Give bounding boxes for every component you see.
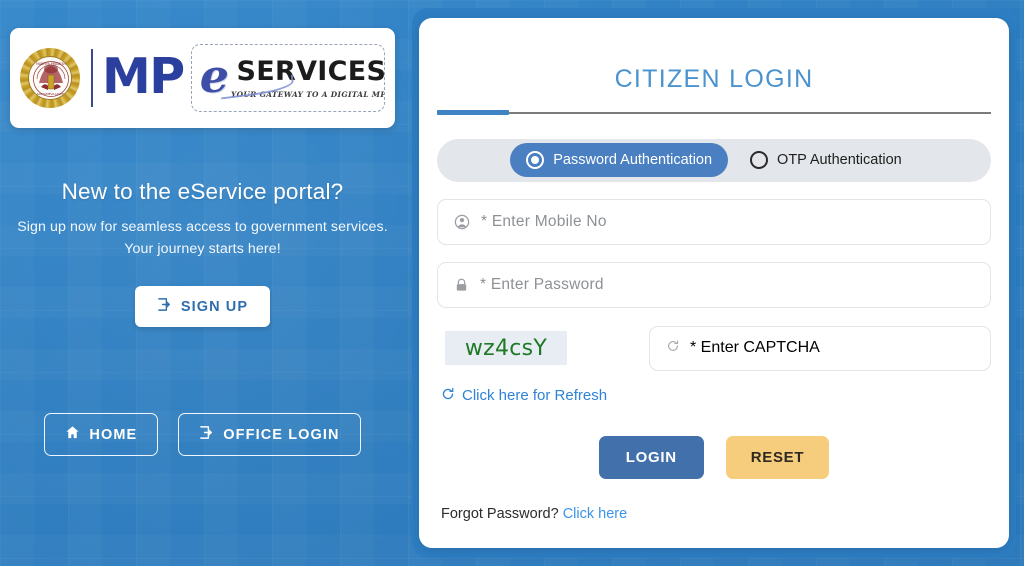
- home-button[interactable]: HOME: [44, 413, 159, 456]
- title-underline: [437, 110, 991, 115]
- login-panel-shell: CITIZEN LOGIN Password Authentication OT…: [412, 8, 1016, 558]
- captcha-image: wz4csY: [445, 331, 567, 366]
- sign-up-button[interactable]: SIGN UP: [134, 286, 271, 327]
- forgot-password-row: Forgot Password? Click here: [441, 506, 991, 522]
- lock-icon: [454, 277, 469, 293]
- signup-enter-icon: [157, 297, 172, 316]
- auth-option-otp[interactable]: OTP Authentication: [734, 143, 918, 177]
- promo-subtext: Sign up now for seamless access to gover…: [17, 219, 388, 258]
- refresh-label: Click here for Refresh: [462, 387, 608, 405]
- mp-government-emblem-icon: MADHYA PRADESH SATYAMEVA JAYATE: [20, 48, 80, 108]
- radio-selected-icon: [526, 151, 545, 170]
- mp-wordmark: MP: [102, 48, 185, 105]
- captcha-refresh-icon: [666, 339, 680, 358]
- password-field[interactable]: * Enter Password: [437, 261, 991, 308]
- forgot-password-link[interactable]: Click here: [563, 506, 627, 522]
- user-icon: [454, 214, 470, 230]
- eservices-logo-box: e SERVICES YOUR GATEWAY TO A DIGITAL MP: [190, 44, 385, 112]
- office-login-label: OFFICE LOGIN: [223, 426, 340, 443]
- auth-option-password-label: Password Authentication: [553, 152, 713, 169]
- promo-headline: New to the eService portal?: [61, 179, 344, 204]
- captcha-input-field[interactable]: * Enter CAPTCHA: [649, 325, 991, 371]
- promo-copy: New to the eService portal? Sign up now …: [0, 178, 405, 260]
- signup-button-wrap: SIGN UP: [0, 286, 405, 327]
- sign-up-label: SIGN UP: [180, 298, 249, 315]
- citizen-login-card: CITIZEN LOGIN Password Authentication OT…: [419, 18, 1009, 548]
- left-promo-panel: MADHYA PRADESH SATYAMEVA JAYATE MP e SER…: [0, 0, 405, 566]
- svg-text:MADHYA PRADESH: MADHYA PRADESH: [36, 62, 66, 66]
- auth-option-otp-label: OTP Authentication: [777, 152, 902, 169]
- office-login-button[interactable]: OFFICE LOGIN: [178, 413, 361, 456]
- mobile-no-field[interactable]: * Enter Mobile No: [437, 198, 991, 245]
- logo-divider: [91, 49, 93, 107]
- mobile-no-placeholder: * Enter Mobile No: [481, 212, 607, 230]
- office-login-enter-icon: [199, 425, 214, 444]
- refresh-captcha-link[interactable]: Click here for Refresh: [441, 387, 607, 405]
- home-icon: [65, 425, 80, 444]
- captcha-placeholder: * Enter CAPTCHA: [690, 339, 820, 357]
- refresh-icon: [441, 387, 455, 405]
- password-placeholder: * Enter Password: [480, 275, 604, 293]
- home-label: HOME: [89, 426, 138, 443]
- auth-option-password[interactable]: Password Authentication: [510, 143, 729, 178]
- login-button[interactable]: LOGIN: [598, 435, 704, 479]
- auth-method-toggle[interactable]: Password Authentication OTP Authenticati…: [437, 138, 991, 182]
- brand-logo-card: MADHYA PRADESH SATYAMEVA JAYATE MP e SER…: [10, 28, 395, 128]
- page-title: CITIZEN LOGIN: [614, 65, 814, 93]
- svg-text:SATYAMEVA JAYATE: SATYAMEVA JAYATE: [37, 92, 66, 96]
- captcha-row: wz4csY * Enter CAPTCHA: [437, 325, 991, 371]
- radio-unselected-icon: [750, 151, 769, 170]
- form-actions: LOGIN RESET: [437, 435, 991, 479]
- reset-button[interactable]: RESET: [725, 435, 830, 479]
- forgot-password-label: Forgot Password?: [441, 505, 559, 522]
- left-nav-buttons: HOME OFFICE LOGIN: [0, 413, 405, 456]
